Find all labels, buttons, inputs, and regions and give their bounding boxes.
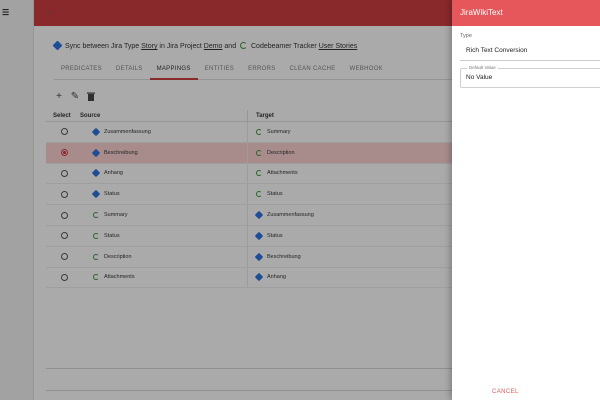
modal-backdrop[interactable]: [0, 0, 452, 400]
default-value-input[interactable]: No Value: [466, 74, 492, 81]
collapse-chevron-icon[interactable]: ‹: [48, 7, 51, 17]
type-label: Type: [460, 33, 472, 39]
cancel-button[interactable]: CANCEL: [492, 389, 519, 395]
default-value-label: Default Value: [467, 65, 498, 70]
type-select[interactable]: Rich Text Conversion: [466, 47, 527, 54]
side-drawer: JiraWikiText Type Rich Text Conversion D…: [452, 0, 600, 400]
type-underline: [460, 60, 600, 61]
drawer-title: JiraWikiText: [452, 0, 600, 26]
default-value-field[interactable]: Default Value No Value: [460, 65, 600, 88]
